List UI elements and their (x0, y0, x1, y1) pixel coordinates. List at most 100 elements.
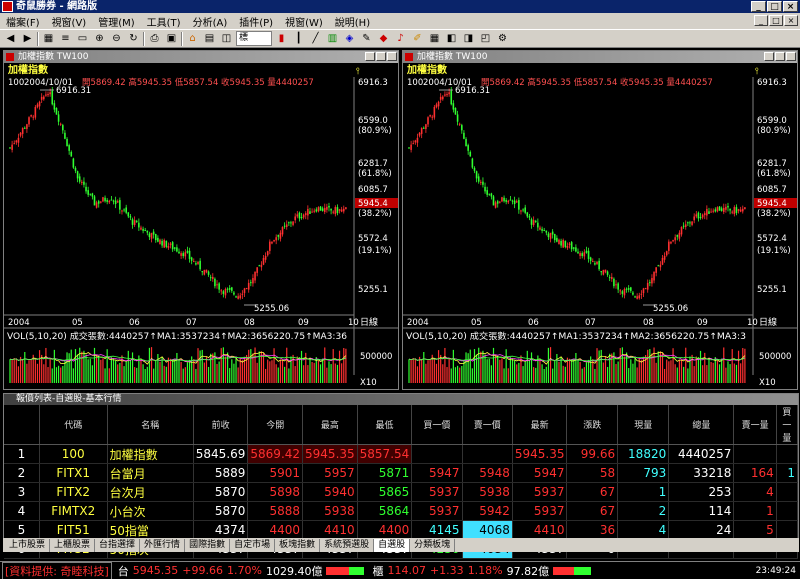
candle-body (630, 287, 632, 291)
menu-file[interactable]: 檔案(F) (0, 14, 46, 29)
menu-manage[interactable]: 管理(M) (92, 14, 140, 29)
candle-body (665, 251, 668, 256)
candle-body (125, 207, 127, 213)
market-tab[interactable]: 自選股 (374, 538, 411, 552)
column-header[interactable]: 最高 (302, 405, 358, 445)
draw-icon[interactable]: ✎ (359, 31, 374, 46)
back-icon[interactable]: ◀ (3, 31, 18, 46)
save-icon[interactable]: ▣ (164, 31, 179, 46)
quote-cell: 1 (733, 501, 777, 521)
market-tab[interactable]: 分類板塊 (410, 538, 456, 552)
column-header[interactable]: 代碼 (39, 405, 108, 445)
quote-row[interactable]: 5 FIT51 50指當 4374 4400 4410 4400 4145 4068 4410 36… (4, 520, 799, 540)
menu-view[interactable]: 視窗(V) (46, 14, 93, 29)
candle-body (336, 207, 339, 214)
right-chart-close-button[interactable] (786, 52, 796, 61)
market-tab[interactable]: 台指選擇 (95, 538, 141, 552)
column-header[interactable]: 總量 (668, 405, 735, 445)
table-icon[interactable]: ▦ (427, 31, 442, 46)
pen-icon[interactable]: ✐ (410, 31, 425, 46)
market-tab[interactable]: 板塊指數 (275, 538, 321, 552)
tile-icon[interactable]: ◨ (461, 31, 476, 46)
print-icon[interactable]: ⎙ (147, 31, 162, 46)
line-icon[interactable]: ╱ (308, 31, 323, 46)
volume-icon[interactable]: ▥ (325, 31, 340, 46)
f10-icon[interactable]: ▤ (202, 31, 217, 46)
refresh-icon[interactable]: ↻ (126, 31, 141, 46)
mdi-close-button[interactable]: × (784, 15, 798, 26)
column-header[interactable]: 最低 (357, 405, 413, 445)
candle-body (330, 208, 332, 211)
bell-icon[interactable]: ♪ (393, 31, 408, 46)
candle-body (197, 261, 199, 264)
candle-body (431, 116, 434, 118)
window-icon[interactable]: ▭ (75, 31, 90, 46)
left-price-chart[interactable]: 加權指數100 2004/10/01 開5869.42 高5945.35 低5857… (4, 63, 398, 389)
quote-row[interactable]: 4 FIMTX2 小台次 5870 5888 5938 5864 5937 5942 5937 67… (4, 501, 799, 521)
zoom-out-icon[interactable]: ⊖ (109, 31, 124, 46)
right-price-chart[interactable]: 加權指數100 2004/10/01 開5869.42 高5945.35 低5857… (403, 63, 797, 389)
alert-icon[interactable]: ◆ (376, 31, 391, 46)
quote-cell: 793 (617, 463, 670, 483)
menu-help[interactable]: 說明(H) (329, 14, 376, 29)
quote-row[interactable]: 3 FITX2 台次月 5870 5898 5940 5865 5937 5938 5937 67 1… (4, 482, 799, 502)
column-header[interactable]: 賣一價 (462, 405, 513, 445)
grid-icon[interactable]: ▦ (41, 31, 56, 46)
zoom-in-icon[interactable]: ⊕ (92, 31, 107, 46)
bar-icon[interactable]: ┃ (291, 31, 306, 46)
left-chart-minimize-button[interactable] (365, 52, 375, 61)
menu-tools[interactable]: 工具(T) (141, 14, 187, 29)
column-header[interactable]: 今開 (247, 405, 304, 445)
candle-body (644, 288, 647, 290)
left-chart-maximize-button[interactable] (376, 52, 386, 61)
column-header[interactable]: 買一量 (776, 405, 799, 445)
candle-body (615, 284, 617, 286)
month-label: 08 (643, 318, 654, 328)
market-tab[interactable]: 自定市場 (230, 538, 276, 552)
column-header[interactable] (4, 405, 40, 445)
close-button[interactable]: × (783, 1, 798, 12)
minimize-button[interactable]: _ (751, 1, 766, 12)
candle-body (150, 232, 153, 239)
mdi-minimize-button[interactable]: _ (754, 15, 768, 26)
quote-row[interactable]: 1 100 加權指數 5845.69 5869.42 5945.35 5857.54 5945… (4, 444, 799, 464)
quote-row[interactable]: 2 FITX1 台當月 5889 5901 5957 5871 5947 5948 5947 58 7… (4, 463, 799, 483)
settings-icon[interactable]: ⚙ (495, 31, 510, 46)
column-header[interactable]: 賣一量 (733, 405, 777, 445)
menu-window[interactable]: 視窗(W) (279, 14, 329, 29)
quote-cell: 33218 (668, 463, 735, 483)
split-icon[interactable]: ◧ (444, 31, 459, 46)
maximize-button[interactable]: □ (767, 1, 782, 12)
candle-body (501, 197, 503, 202)
column-header[interactable]: 現量 (617, 405, 670, 445)
quote-cell (776, 501, 799, 521)
home-icon[interactable]: ⌂ (185, 31, 200, 46)
forward-icon[interactable]: ▶ (20, 31, 35, 46)
column-header[interactable]: 最新 (512, 405, 568, 445)
column-header[interactable]: 買一價 (411, 405, 463, 445)
chart-icon[interactable]: ◫ (219, 31, 234, 46)
quote-cell: 4374 (193, 520, 249, 540)
column-header[interactable]: 名稱 (107, 405, 194, 445)
candle-body (338, 209, 341, 211)
market-tab[interactable]: 系統預選股 (320, 538, 375, 552)
right-chart-maximize-button[interactable] (775, 52, 785, 61)
chart-ohlc-info: 開5869.42 高5945.35 低5857.54 收5945.35 量444… (481, 77, 713, 88)
market-tab[interactable]: 上市股票 (5, 538, 51, 552)
indicator-icon[interactable]: ◈ (342, 31, 357, 46)
mode-select[interactable]: 標 (236, 31, 272, 46)
column-header[interactable]: 漲跌 (566, 405, 619, 445)
market-tab[interactable]: 國際指數 (185, 538, 231, 552)
menu-plugins[interactable]: 插件(P) (233, 14, 279, 29)
list-icon[interactable]: ≡ (58, 31, 73, 46)
right-chart-minimize-button[interactable] (764, 52, 774, 61)
market-tab[interactable]: 外匯行情 (140, 538, 186, 552)
left-chart-close-button[interactable] (387, 52, 397, 61)
market-tab[interactable]: 上櫃股票 (50, 538, 96, 552)
menu-analysis[interactable]: 分析(A) (187, 14, 234, 29)
candle-icon[interactable]: ▮ (274, 31, 289, 46)
quote-cell: 4400 (357, 520, 413, 540)
mdi-restore-button[interactable]: □ (769, 15, 783, 26)
column-header[interactable]: 前收 (193, 405, 249, 445)
cascade-icon[interactable]: ◰ (478, 31, 493, 46)
